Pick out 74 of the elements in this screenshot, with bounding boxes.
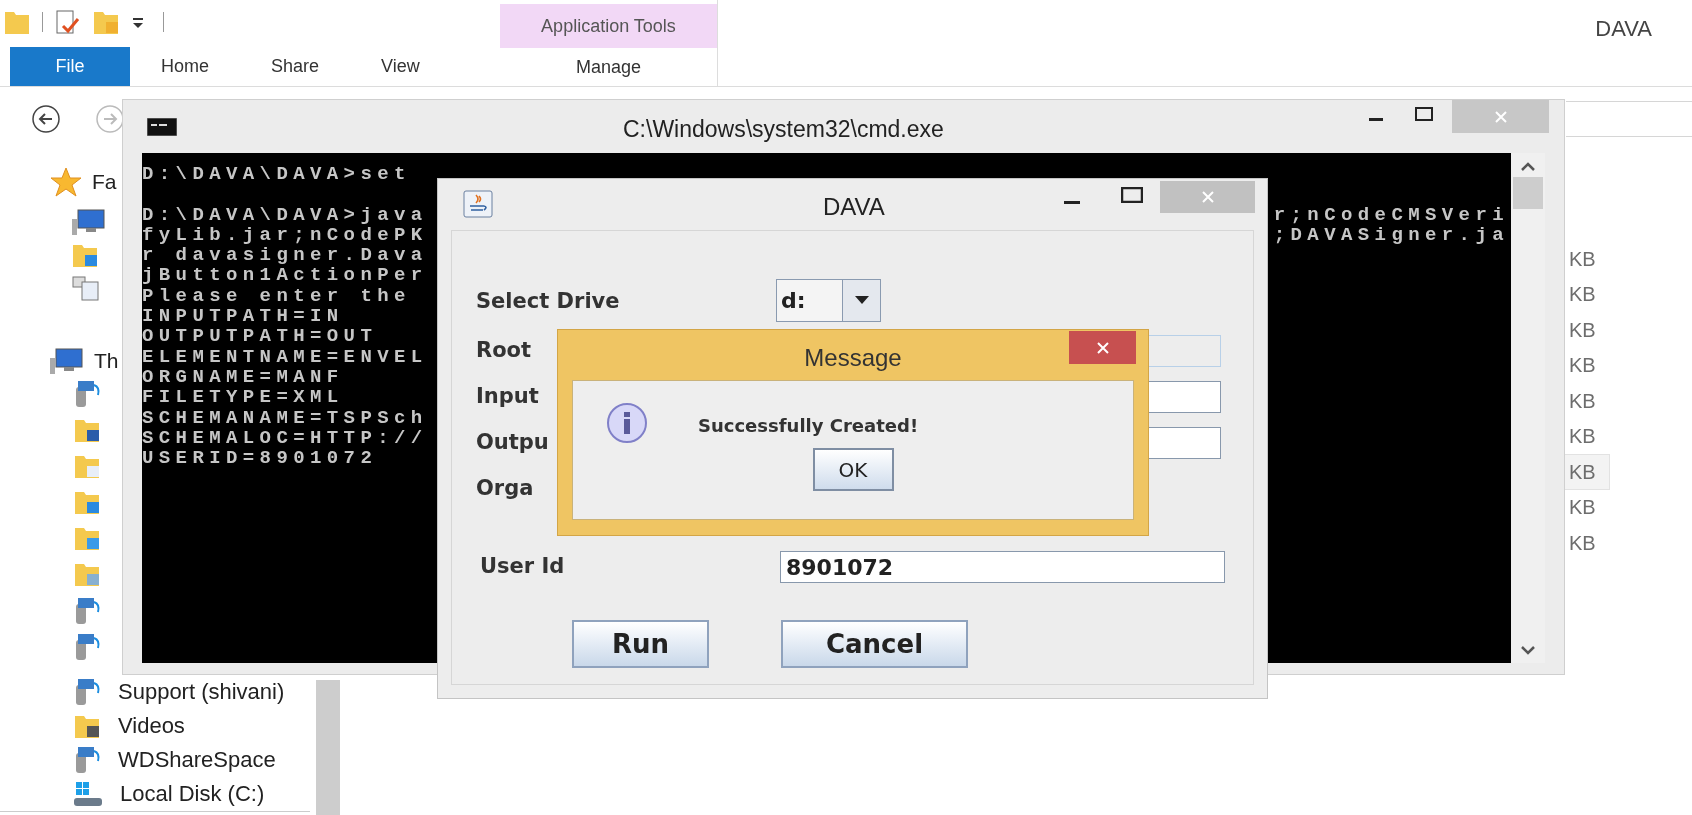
console-line: Please enter the xyxy=(142,285,411,307)
message-text: Successfully Created! xyxy=(698,414,919,438)
close-icon xyxy=(1094,339,1111,356)
console-line: D:\DAVA\DAVA>java xyxy=(142,204,428,225)
dialog-button[interactable]: Run xyxy=(572,620,709,668)
field-label: Select Drive xyxy=(476,288,621,316)
size-cell-text: KB xyxy=(1568,282,1597,308)
console-line: USERID=8901072 xyxy=(142,448,378,469)
field-label: User Id xyxy=(480,553,566,581)
maximize-icon[interactable] xyxy=(1415,107,1433,121)
window-title: C:\Windows\system32\cmd.exe xyxy=(623,115,944,144)
minimize-icon[interactable] xyxy=(1064,201,1080,205)
properties-icon xyxy=(53,8,81,36)
text-field[interactable]: 8901072 xyxy=(780,551,1225,583)
sidebar-item[interactable]: WDShareSpace xyxy=(118,743,276,777)
ribbon-tab[interactable]: Share xyxy=(240,47,351,86)
drive-dropdown[interactable]: d: xyxy=(776,278,881,322)
star-icon xyxy=(50,165,82,198)
size-cell-text: KB xyxy=(1568,353,1597,379)
console-line: INPUTPATH=IN xyxy=(142,306,344,327)
size-cell-text: KB xyxy=(1568,530,1597,556)
field-label: Root xyxy=(476,337,533,365)
monitor-icon xyxy=(70,206,106,237)
console-line: jButton1ActionPer xyxy=(142,265,428,286)
contextual-tab-header: Application Tools xyxy=(500,4,717,48)
dialog-button[interactable]: Cancel xyxy=(781,620,968,668)
console-line: ;DAVASigner.ja xyxy=(1273,224,1509,246)
field-label: Input xyxy=(476,383,540,411)
console-line: SCHEMALOC=HTTP:// xyxy=(142,427,428,449)
console-line: r davasigner.Dava xyxy=(142,245,428,266)
console-line: FILETYPE=XML xyxy=(142,387,344,408)
size-cell-text: KB xyxy=(1568,424,1597,450)
console-line: ORGNAME=MANF xyxy=(142,366,344,388)
scrollbar[interactable] xyxy=(1511,153,1545,663)
dropdown-icon[interactable] xyxy=(131,15,145,29)
dropdown-arrow-icon xyxy=(853,295,870,305)
info-icon xyxy=(606,402,648,444)
sidebar-header[interactable]: Th xyxy=(94,345,119,377)
ribbon-tab[interactable]: View xyxy=(350,47,451,86)
maximize-icon[interactable] xyxy=(1121,187,1143,203)
scroll-down-icon[interactable] xyxy=(1520,645,1536,655)
scroll-thumb[interactable] xyxy=(1513,177,1543,209)
size-cell-text: KB xyxy=(1568,246,1597,272)
console-line: D:\DAVA\DAVA>set xyxy=(142,164,411,185)
sidebar-header[interactable]: Fa xyxy=(92,166,117,198)
java-icon xyxy=(463,190,493,218)
console-line: r;nCodeCMSVeri xyxy=(1273,204,1509,225)
scroll-up-icon[interactable] xyxy=(1520,161,1536,171)
sidebar-item[interactable]: Videos xyxy=(118,709,185,743)
ok-button[interactable]: OK xyxy=(812,448,894,491)
size-cell-text: KB xyxy=(1568,388,1597,414)
scrollbar[interactable] xyxy=(316,680,340,815)
back-icon[interactable] xyxy=(31,103,61,134)
field-label: Orga xyxy=(476,475,535,503)
close-button[interactable] xyxy=(1069,331,1136,364)
window-title: DAVA xyxy=(823,192,885,222)
ribbon-tab[interactable]: File xyxy=(10,47,130,86)
ribbon-tab[interactable]: Manage xyxy=(500,48,717,86)
console-icon xyxy=(147,117,177,136)
dialog-title: Message xyxy=(804,343,902,370)
computer-icon xyxy=(48,346,84,377)
window-title: DAVA xyxy=(1595,15,1652,42)
close-icon xyxy=(1199,189,1216,205)
size-cell-text: KB xyxy=(1568,317,1597,343)
console-line: ELEMENTNAME=ENVEL xyxy=(142,346,428,367)
console-line: OUTPUTPATH=OUT xyxy=(142,326,378,347)
minimize-icon[interactable] xyxy=(1369,118,1383,122)
size-cell-text: KB xyxy=(1568,495,1597,521)
sidebar-item[interactable]: Support (shivani) xyxy=(118,675,285,709)
ribbon-tab[interactable]: Home xyxy=(130,47,240,86)
console-line: fyLib.jar;nCodePK xyxy=(142,224,428,246)
close-icon xyxy=(1492,108,1509,125)
console-line: SCHEMANAME=TSPSch xyxy=(142,407,428,428)
sidebar-item[interactable]: Local Disk (C:) xyxy=(120,777,265,811)
